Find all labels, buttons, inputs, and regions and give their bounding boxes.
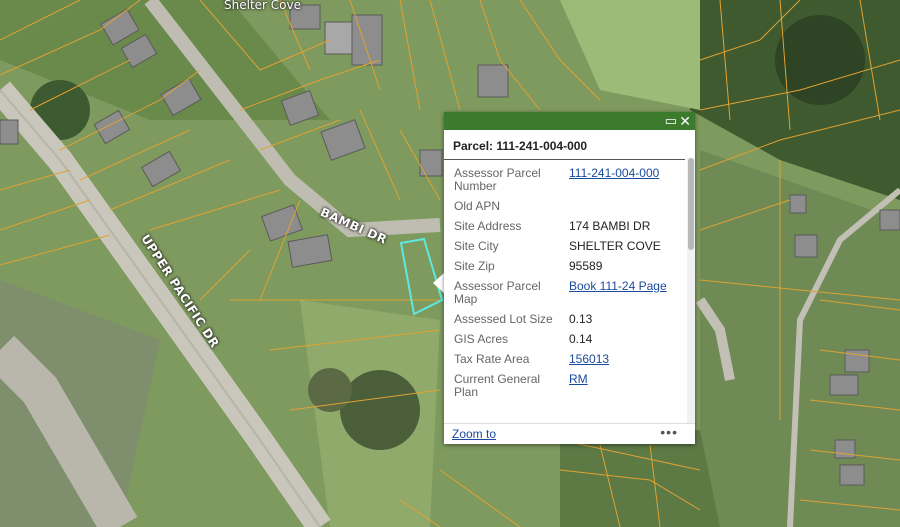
popup-body[interactable]: Assessor Parcel Number 111-241-004-000 Old…	[444, 158, 695, 426]
popup-header: ▭ ✕	[444, 112, 695, 130]
attribute-label: Current General Plan	[454, 372, 541, 399]
attribute-row: Current General Plan RM	[444, 370, 695, 403]
attribute-value: 174 BAMBI DR	[569, 219, 651, 233]
attribute-value: 0.14	[569, 332, 593, 346]
more-icon[interactable]: •••	[660, 424, 678, 440]
attribute-value-link[interactable]: Book 111-24 Page	[569, 279, 667, 293]
attribute-row: Assessor Parcel Number 111-241-004-000	[444, 164, 695, 197]
attribute-row: Site Zip 95589	[444, 257, 695, 277]
popup-scrollbar[interactable]	[687, 158, 695, 426]
attribute-row: Old APN	[444, 197, 695, 217]
attribute-value: SHELTER COVE	[569, 239, 661, 253]
scrollbar-thumb[interactable]	[688, 158, 694, 250]
attribute-value	[569, 197, 695, 217]
attribute-row: Assessor Parcel Map Book 111-24 Page	[444, 277, 695, 310]
attribute-row: Site City SHELTER COVE	[444, 237, 695, 257]
attribute-value-link[interactable]: 111-241-004-000	[569, 166, 659, 180]
attribute-row: Site Address 174 BAMBI DR	[444, 217, 695, 237]
map-label-shelter-cove: Shelter Cove	[224, 0, 301, 12]
attribute-value: 156013	[569, 350, 695, 370]
maximize-icon[interactable]: ▭	[665, 113, 677, 129]
attribute-value: 95589	[569, 259, 603, 273]
attribute-value: Book 111-24 Page	[569, 277, 695, 310]
attribute-value: RM	[569, 370, 695, 403]
attribute-value: 111-241-004-000	[569, 164, 695, 197]
attribute-label: Site Zip	[454, 259, 495, 273]
tree-cluster	[308, 368, 352, 412]
tree-cluster	[340, 370, 420, 450]
popup-footer: Zoom to •••	[444, 423, 695, 444]
attribute-table: Assessor Parcel Number 111-241-004-000 Old…	[444, 164, 695, 403]
attribute-label: Assessor Parcel Number	[454, 166, 541, 193]
popup-title: Parcel: 111-241-004-000	[444, 130, 685, 160]
attribute-value-link[interactable]: 156013	[569, 352, 609, 366]
tree-cluster	[775, 15, 865, 105]
attribute-label: Site City	[454, 239, 499, 253]
attribute-label: Old APN	[454, 199, 501, 213]
parcel-popup: ▭ ✕ Parcel: 111-241-004-000 Assessor Par…	[444, 112, 695, 444]
attribute-label: Assessed Lot Size	[454, 312, 553, 326]
attribute-label: GIS Acres	[454, 332, 509, 346]
zoom-to-link[interactable]: Zoom to	[452, 427, 496, 441]
attribute-value: 0.13	[569, 312, 593, 326]
attribute-label: Assessor Parcel Map	[454, 279, 541, 306]
attribute-row: Assessed Lot Size 0.13	[444, 310, 695, 330]
attribute-row: Tax Rate Area 156013	[444, 350, 695, 370]
attribute-label: Site Address	[454, 219, 522, 233]
close-icon[interactable]: ✕	[679, 113, 691, 129]
attribute-row: GIS Acres 0.14	[444, 330, 695, 350]
attribute-label: Tax Rate Area	[454, 352, 530, 366]
attribute-value-link[interactable]: RM	[569, 372, 588, 386]
